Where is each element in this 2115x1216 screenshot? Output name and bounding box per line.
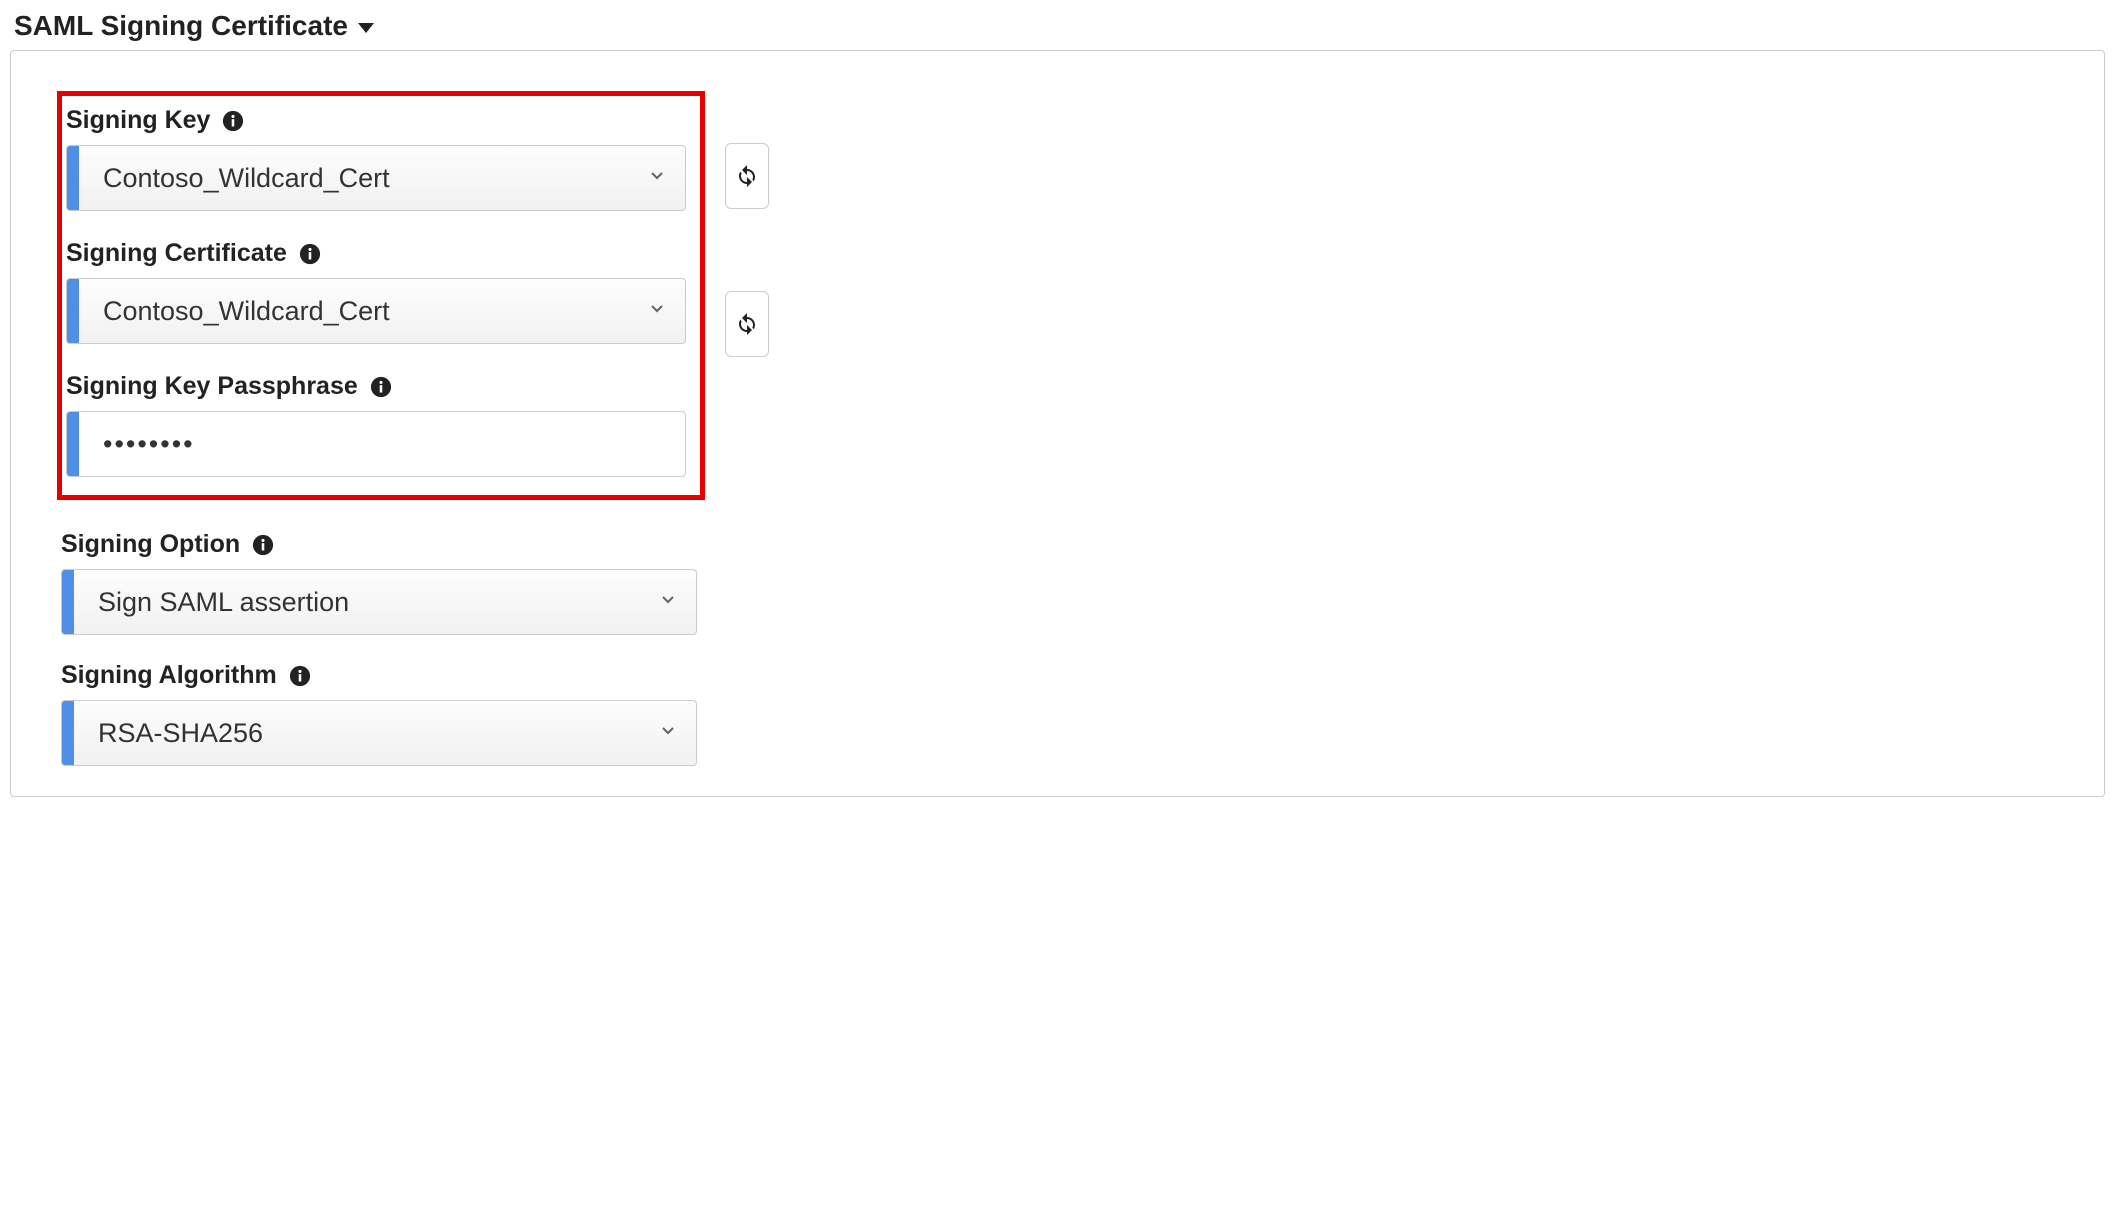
caret-down-icon — [358, 23, 374, 33]
info-icon[interactable] — [222, 110, 244, 132]
select-accent — [62, 701, 74, 765]
input-accent — [67, 412, 79, 476]
signing-algorithm-select[interactable]: RSA-SHA256 — [61, 700, 697, 766]
signing-key-passphrase-label: Signing Key Passphrase — [66, 372, 358, 401]
signing-algorithm-group: Signing Algorithm RSA-SHA256 — [61, 661, 2054, 766]
signing-certificate-label: Signing Certificate — [66, 239, 287, 268]
signing-algorithm-value[interactable]: RSA-SHA256 — [74, 701, 696, 765]
info-icon[interactable] — [289, 665, 311, 687]
signing-key-value[interactable]: Contoso_Wildcard_Cert — [79, 146, 685, 210]
signing-option-select[interactable]: Sign SAML assertion — [61, 569, 697, 635]
select-accent — [67, 279, 79, 343]
signing-key-passphrase-group: Signing Key Passphrase — [66, 372, 686, 477]
refresh-signing-key-button[interactable] — [725, 143, 769, 209]
select-accent — [62, 570, 74, 634]
section-header[interactable]: SAML Signing Certificate — [10, 10, 2105, 50]
saml-signing-panel: Signing Key Contoso_Wildcard_Cert — [10, 50, 2105, 797]
info-icon[interactable] — [370, 376, 392, 398]
signing-key-select[interactable]: Contoso_Wildcard_Cert — [66, 145, 686, 211]
refresh-icon — [735, 312, 759, 336]
signing-certificate-value[interactable]: Contoso_Wildcard_Cert — [79, 279, 685, 343]
select-accent — [67, 146, 79, 210]
signing-algorithm-label: Signing Algorithm — [61, 661, 277, 690]
signing-key-group: Signing Key Contoso_Wildcard_Cert — [66, 106, 686, 211]
signing-certificate-select[interactable]: Contoso_Wildcard_Cert — [66, 278, 686, 344]
signing-key-passphrase-input-wrap — [66, 411, 686, 477]
signing-option-value[interactable]: Sign SAML assertion — [74, 570, 696, 634]
signing-key-passphrase-input[interactable] — [79, 412, 685, 476]
signing-option-group: Signing Option Sign SAML assertion — [61, 530, 2054, 635]
info-icon[interactable] — [299, 243, 321, 265]
highlight-annotation: Signing Key Contoso_Wildcard_Cert — [57, 91, 705, 500]
signing-certificate-group: Signing Certificate Contoso_Wildcard_Cer… — [66, 239, 686, 344]
info-icon[interactable] — [252, 534, 274, 556]
refresh-signing-certificate-button[interactable] — [725, 291, 769, 357]
signing-key-label: Signing Key — [66, 106, 210, 135]
signing-option-label: Signing Option — [61, 530, 240, 559]
section-title: SAML Signing Certificate — [14, 10, 348, 42]
refresh-icon — [735, 164, 759, 188]
